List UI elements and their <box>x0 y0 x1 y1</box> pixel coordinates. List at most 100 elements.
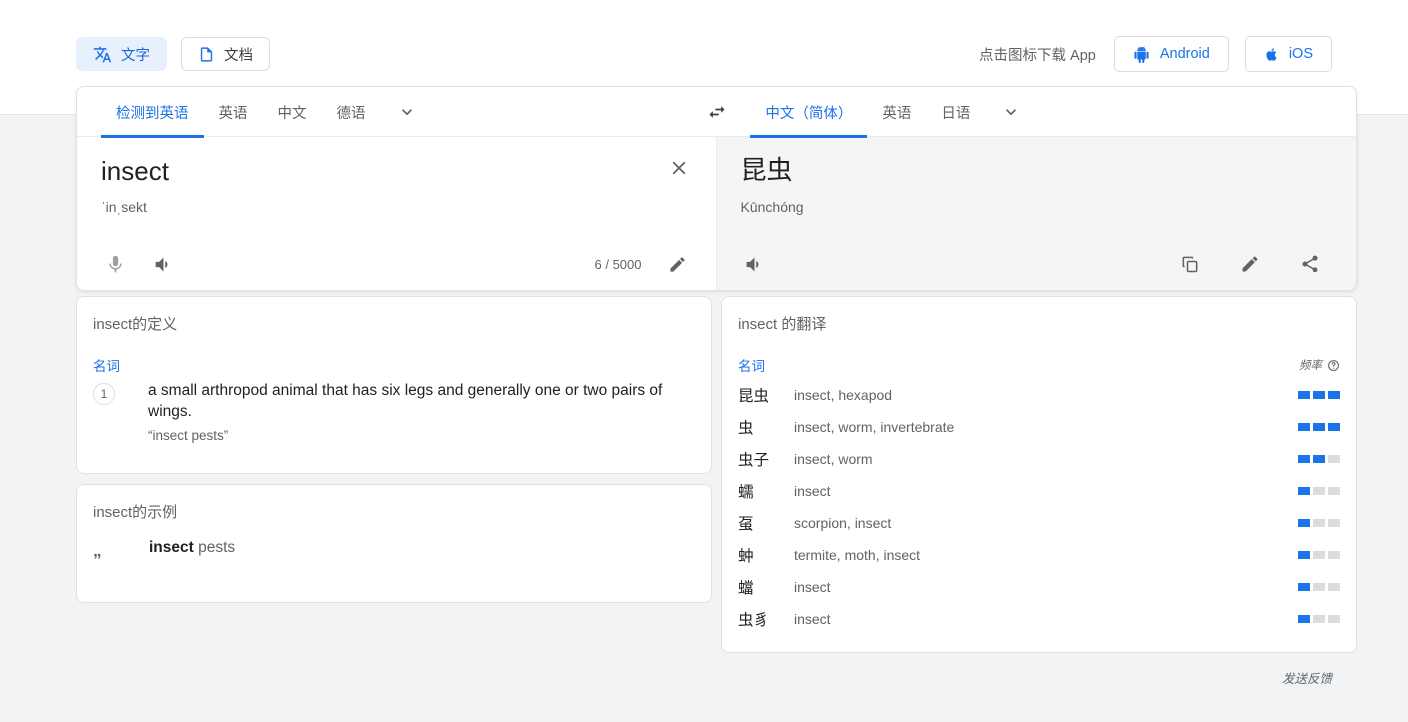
source-lang-tab-chinese-label: 中文 <box>278 102 307 123</box>
android-download-label: Android <box>1160 46 1210 62</box>
target-lang-tab-chinese-simplified-label: 中文（简体） <box>765 102 852 123</box>
target-lang-tab-japanese-label: 日语 <box>941 102 970 123</box>
table-row[interactable]: 蠕 insect <box>738 475 1340 507</box>
example-text: insect pests <box>149 539 235 557</box>
source-lang-tab-german-label: 德语 <box>337 102 366 123</box>
examples-card-title: insect的示例 <box>93 501 177 522</box>
mode-tab-group: 文字 文档 <box>76 37 270 71</box>
translation-word: 蟷 <box>738 576 782 598</box>
translations-card: insect 的翻译 名词 频率 昆虫 insect, hexapod <box>721 296 1357 653</box>
translations-card-title: insect 的翻译 <box>738 313 826 334</box>
example-rest: pests <box>194 539 235 556</box>
chevron-down-icon <box>397 102 417 122</box>
definition-card-title: insect的定义 <box>93 313 177 334</box>
android-download-button[interactable]: Android <box>1114 36 1229 72</box>
target-pane: 昆虫 Kūnchóng <box>717 137 1357 291</box>
table-row[interactable]: 虫 insect, worm, invertebrate <box>738 411 1340 443</box>
table-row[interactable]: 昆虫 insect, hexapod <box>738 379 1340 411</box>
definition-text: a small arthropod animal that has six le… <box>148 381 693 422</box>
mode-tab-document[interactable]: 文档 <box>181 37 270 71</box>
close-icon <box>668 157 690 179</box>
frequency-bars <box>1298 455 1340 463</box>
source-lang-more-button[interactable] <box>381 102 433 122</box>
ios-download-label: iOS <box>1289 46 1313 62</box>
translation-meanings: scorpion, insect <box>794 515 891 531</box>
copy-icon <box>1180 254 1200 274</box>
app-download-promo: 点击图标下载 App Android iOS <box>979 36 1332 72</box>
language-selector-bar: 检测到英语 英语 中文 德语 <box>77 87 1357 137</box>
clear-source-button[interactable] <box>662 151 696 185</box>
source-phonetic: ˈinˌsekt <box>101 199 147 215</box>
table-row[interactable]: 虿 scorpion, insect <box>738 507 1340 539</box>
send-feedback-link[interactable]: 发送反馈 <box>1282 668 1332 687</box>
translations-list: 昆虫 insect, hexapod 虫 insect, worm, inver… <box>738 379 1340 635</box>
speaker-icon <box>744 254 765 275</box>
source-toolbar-right: 6 / 5000 <box>595 246 696 282</box>
translation-meanings: insect <box>794 579 831 595</box>
chevron-down-icon <box>1001 102 1021 122</box>
share-translation-button[interactable] <box>1292 246 1328 282</box>
target-lang-tab-english[interactable]: 英语 <box>867 87 926 137</box>
handwriting-button[interactable] <box>660 246 696 282</box>
translation-word: 虫 <box>738 416 782 438</box>
listen-translation-button[interactable] <box>737 246 773 282</box>
frequency-header: 频率 <box>1299 357 1340 373</box>
target-lang-tab-japanese[interactable]: 日语 <box>926 87 985 137</box>
definition-part-of-speech: 名词 <box>93 355 120 375</box>
table-row[interactable]: 虫豸 insect <box>738 603 1340 635</box>
source-language-tabs: 检测到英语 英语 中文 德语 <box>77 87 694 137</box>
mode-tab-text[interactable]: 文字 <box>76 37 167 71</box>
translation-word: 虿 <box>738 512 782 534</box>
definition-number: 1 <box>93 383 115 405</box>
source-lang-tab-chinese[interactable]: 中文 <box>263 87 322 137</box>
pencil-icon <box>1240 254 1260 274</box>
microphone-icon <box>105 254 126 275</box>
translation-meanings: insect, worm <box>794 451 873 467</box>
definition-body: a small arthropod animal that has six le… <box>148 381 693 443</box>
source-lang-tab-detected[interactable]: 检测到英语 <box>101 87 204 137</box>
share-icon <box>1300 254 1320 274</box>
help-icon[interactable] <box>1327 359 1340 372</box>
microphone-button[interactable] <box>97 246 133 282</box>
app-promo-text: 点击图标下载 App <box>979 44 1096 65</box>
source-lang-tab-german[interactable]: 德语 <box>322 87 381 137</box>
translate-icon <box>93 45 112 64</box>
translations-header-row: 名词 频率 <box>738 355 1340 375</box>
translation-meanings: insect, worm, invertebrate <box>794 419 954 435</box>
translated-text: 昆虫 <box>741 154 1333 187</box>
quote-icon: „ <box>93 539 117 559</box>
copy-translation-button[interactable] <box>1172 246 1208 282</box>
table-row[interactable]: 蚛 termite, moth, insect <box>738 539 1340 571</box>
examples-card: insect的示例 „ insect pests <box>76 484 712 603</box>
source-lang-tab-english[interactable]: 英语 <box>204 87 263 137</box>
frequency-bars <box>1298 391 1340 399</box>
edit-translation-button[interactable] <box>1232 246 1268 282</box>
example-keyword: insect <box>149 539 194 556</box>
source-toolbar: 6 / 5000 <box>77 236 716 291</box>
frequency-bars <box>1298 519 1340 527</box>
target-lang-tab-chinese-simplified[interactable]: 中文（简体） <box>750 87 867 137</box>
mode-tab-document-label: 文档 <box>224 44 253 65</box>
document-icon <box>198 45 215 64</box>
pencil-icon <box>668 255 687 274</box>
ios-download-button[interactable]: iOS <box>1245 36 1332 72</box>
source-pane: insect ˈinˌsekt <box>77 137 717 291</box>
target-lang-more-button[interactable] <box>985 102 1037 122</box>
android-icon <box>1133 46 1150 63</box>
frequency-bars <box>1298 583 1340 591</box>
table-row[interactable]: 蟷 insect <box>738 571 1340 603</box>
translation-word: 虫子 <box>738 448 782 470</box>
target-actions <box>1172 246 1336 282</box>
table-row[interactable]: 虫子 insect, worm <box>738 443 1340 475</box>
source-lang-tab-english-label: 英语 <box>219 102 248 123</box>
source-lang-tab-detected-label: 检测到英语 <box>116 102 189 123</box>
translation-meanings: insect, hexapod <box>794 387 892 403</box>
listen-source-button[interactable] <box>145 246 181 282</box>
target-lang-tab-english-label: 英语 <box>882 102 911 123</box>
frequency-bars <box>1298 423 1340 431</box>
frequency-bars <box>1298 487 1340 495</box>
translate-card: 检测到英语 英语 中文 德语 <box>76 86 1357 291</box>
swap-languages-button[interactable] <box>694 87 740 137</box>
target-toolbar <box>717 236 1357 291</box>
source-text-input[interactable]: insect <box>101 155 646 188</box>
